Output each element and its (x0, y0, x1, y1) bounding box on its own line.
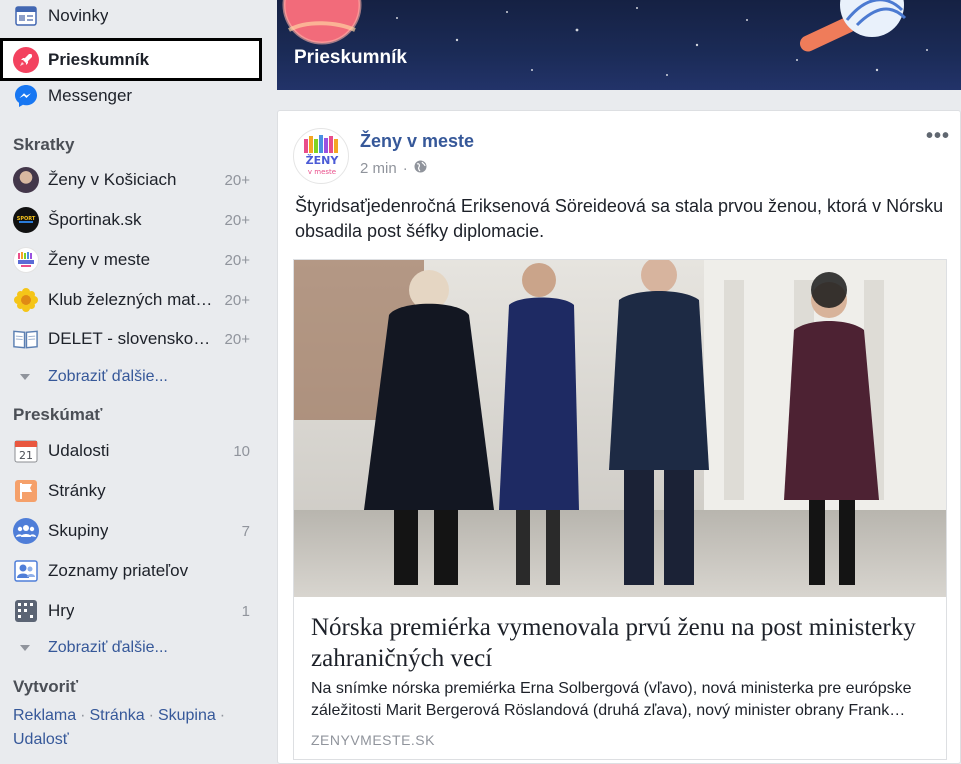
create-group-link[interactable]: Skupina (158, 707, 216, 724)
show-more-label: Zobraziť ďalšie... (48, 639, 168, 656)
link-preview-card[interactable]: Nórska premiérka vymenovala prvú ženu na… (293, 259, 947, 760)
section-title-shortcuts: Skratky (13, 135, 75, 154)
rocket-icon (12, 46, 39, 73)
link-source-domain: ZENYVMESTE.SK (311, 732, 435, 748)
shortcut-label: Športinak.sk (48, 210, 142, 229)
zeny-v-meste-logo-icon (12, 247, 39, 274)
shortcut-label: Ženy v meste (48, 250, 151, 269)
explore-label: Zoznamy priateľov (48, 561, 189, 580)
explore-item-groups[interactable]: Skupiny 7 (0, 513, 262, 549)
shortcut-item-sportinak[interactable]: SPORT Športinak.sk 20+ (0, 202, 262, 238)
show-more-label: Zobraziť ďalšie... (48, 368, 168, 385)
explore-label: Stránky (48, 481, 106, 500)
link-separator: · (148, 707, 154, 724)
post-timestamp[interactable]: 2 min (360, 160, 397, 177)
feed-post: ŽENY v meste Ženy v meste 2 min · ••• Št… (277, 110, 961, 764)
left-sidebar: Novinky Prieskumník Messenger Skratky Že… (0, 0, 270, 764)
shortcut-count: 20+ (224, 171, 250, 189)
games-icon (12, 598, 39, 625)
shortcut-label: DELET - slovensko… (48, 329, 211, 348)
create-page-link[interactable]: Stránka (89, 707, 144, 724)
shortcut-item-zeny-v-kosiciach[interactable]: Ženy v Košiciach 20+ (0, 162, 262, 198)
shortcut-count: 20+ (224, 211, 250, 229)
explore-item-events[interactable]: 21 Udalosti 10 (0, 433, 262, 469)
create-ad-link[interactable]: Reklama (13, 707, 76, 724)
flag-icon (12, 478, 39, 505)
explore-header-banner: Prieskumník (277, 0, 961, 90)
nav-item-messenger[interactable]: Messenger (0, 78, 262, 114)
groups-icon (12, 518, 39, 545)
nav-item-label: Novinky (48, 6, 109, 25)
explore-item-friend-lists[interactable]: Zoznamy priateľov (0, 553, 262, 589)
avatar-logo-text: ŽENY (306, 154, 340, 167)
link-separator: · (80, 707, 86, 724)
news-feed-icon (12, 3, 39, 30)
book-icon (12, 326, 39, 353)
group-avatar-icon (12, 167, 39, 194)
create-links: Reklama · Stránka · Skupina · Udalosť (13, 704, 263, 752)
nav-item-label: Messenger (48, 86, 133, 105)
post-options-icon[interactable]: ••• (926, 125, 950, 148)
shortcut-item-klub-zeleznych-matiek[interactable]: Klub železných mat… 20+ (0, 282, 262, 318)
meta-separator: · (402, 160, 408, 177)
section-title-create: Vytvoriť (13, 677, 79, 696)
banner-title: Prieskumník (294, 47, 407, 68)
chevron-down-icon (20, 374, 30, 380)
shortcut-label: Ženy v Košiciach (48, 170, 177, 189)
explore-count: 10 (233, 442, 250, 460)
shortcut-count: 20+ (224, 291, 250, 309)
space-illustration (282, 0, 928, 76)
post-meta: 2 min · (360, 160, 427, 177)
explore-label: Skupiny (48, 521, 109, 540)
shortcut-count: 20+ (224, 251, 250, 269)
section-title-explore: Preskúmať (13, 405, 103, 424)
explore-item-pages[interactable]: Stránky (0, 473, 262, 509)
post-text: Štyridsaťjedenročná Eriksenová Söreideov… (295, 196, 944, 241)
sportinak-logo-icon: SPORT (12, 207, 39, 234)
shortcut-label: Klub železných mat… (48, 290, 213, 309)
globe-icon (414, 160, 427, 177)
calendar-day-text: 21 (19, 449, 33, 462)
create-event-link[interactable]: Udalosť (13, 731, 69, 748)
calendar-icon: 21 (12, 438, 39, 465)
link-title[interactable]: Nórska premiérka vymenovala prvú ženu na… (311, 612, 941, 674)
explore-label: Udalosti (48, 441, 110, 460)
shortcut-count: 20+ (224, 330, 250, 348)
explore-count: 7 (241, 522, 250, 540)
post-page-name[interactable]: Ženy v meste (360, 131, 474, 152)
page-avatar[interactable]: ŽENY v meste (293, 128, 349, 184)
sunflower-icon (12, 287, 39, 314)
link-preview-image[interactable] (294, 260, 946, 597)
explore-item-games[interactable]: Hry 1 (0, 593, 262, 629)
shortcut-item-zeny-v-meste[interactable]: Ženy v meste 20+ (0, 242, 262, 278)
explore-label: Hry (48, 601, 75, 620)
nav-item-news-feed[interactable]: Novinky (0, 0, 262, 34)
avatar-logo-subtext: v meste (308, 168, 336, 176)
friend-list-icon (12, 558, 39, 585)
shortcut-item-delet[interactable]: DELET - slovensko… 20+ (0, 321, 262, 357)
nav-item-label: Prieskumník (48, 49, 150, 69)
link-description: Na snímke nórska premiérka Erna Solbergo… (311, 680, 912, 719)
explore-count: 1 (241, 602, 250, 620)
nav-item-explore[interactable]: Prieskumník (0, 38, 262, 81)
chevron-down-icon (20, 645, 30, 651)
messenger-icon (12, 83, 39, 110)
link-separator: · (219, 707, 226, 724)
